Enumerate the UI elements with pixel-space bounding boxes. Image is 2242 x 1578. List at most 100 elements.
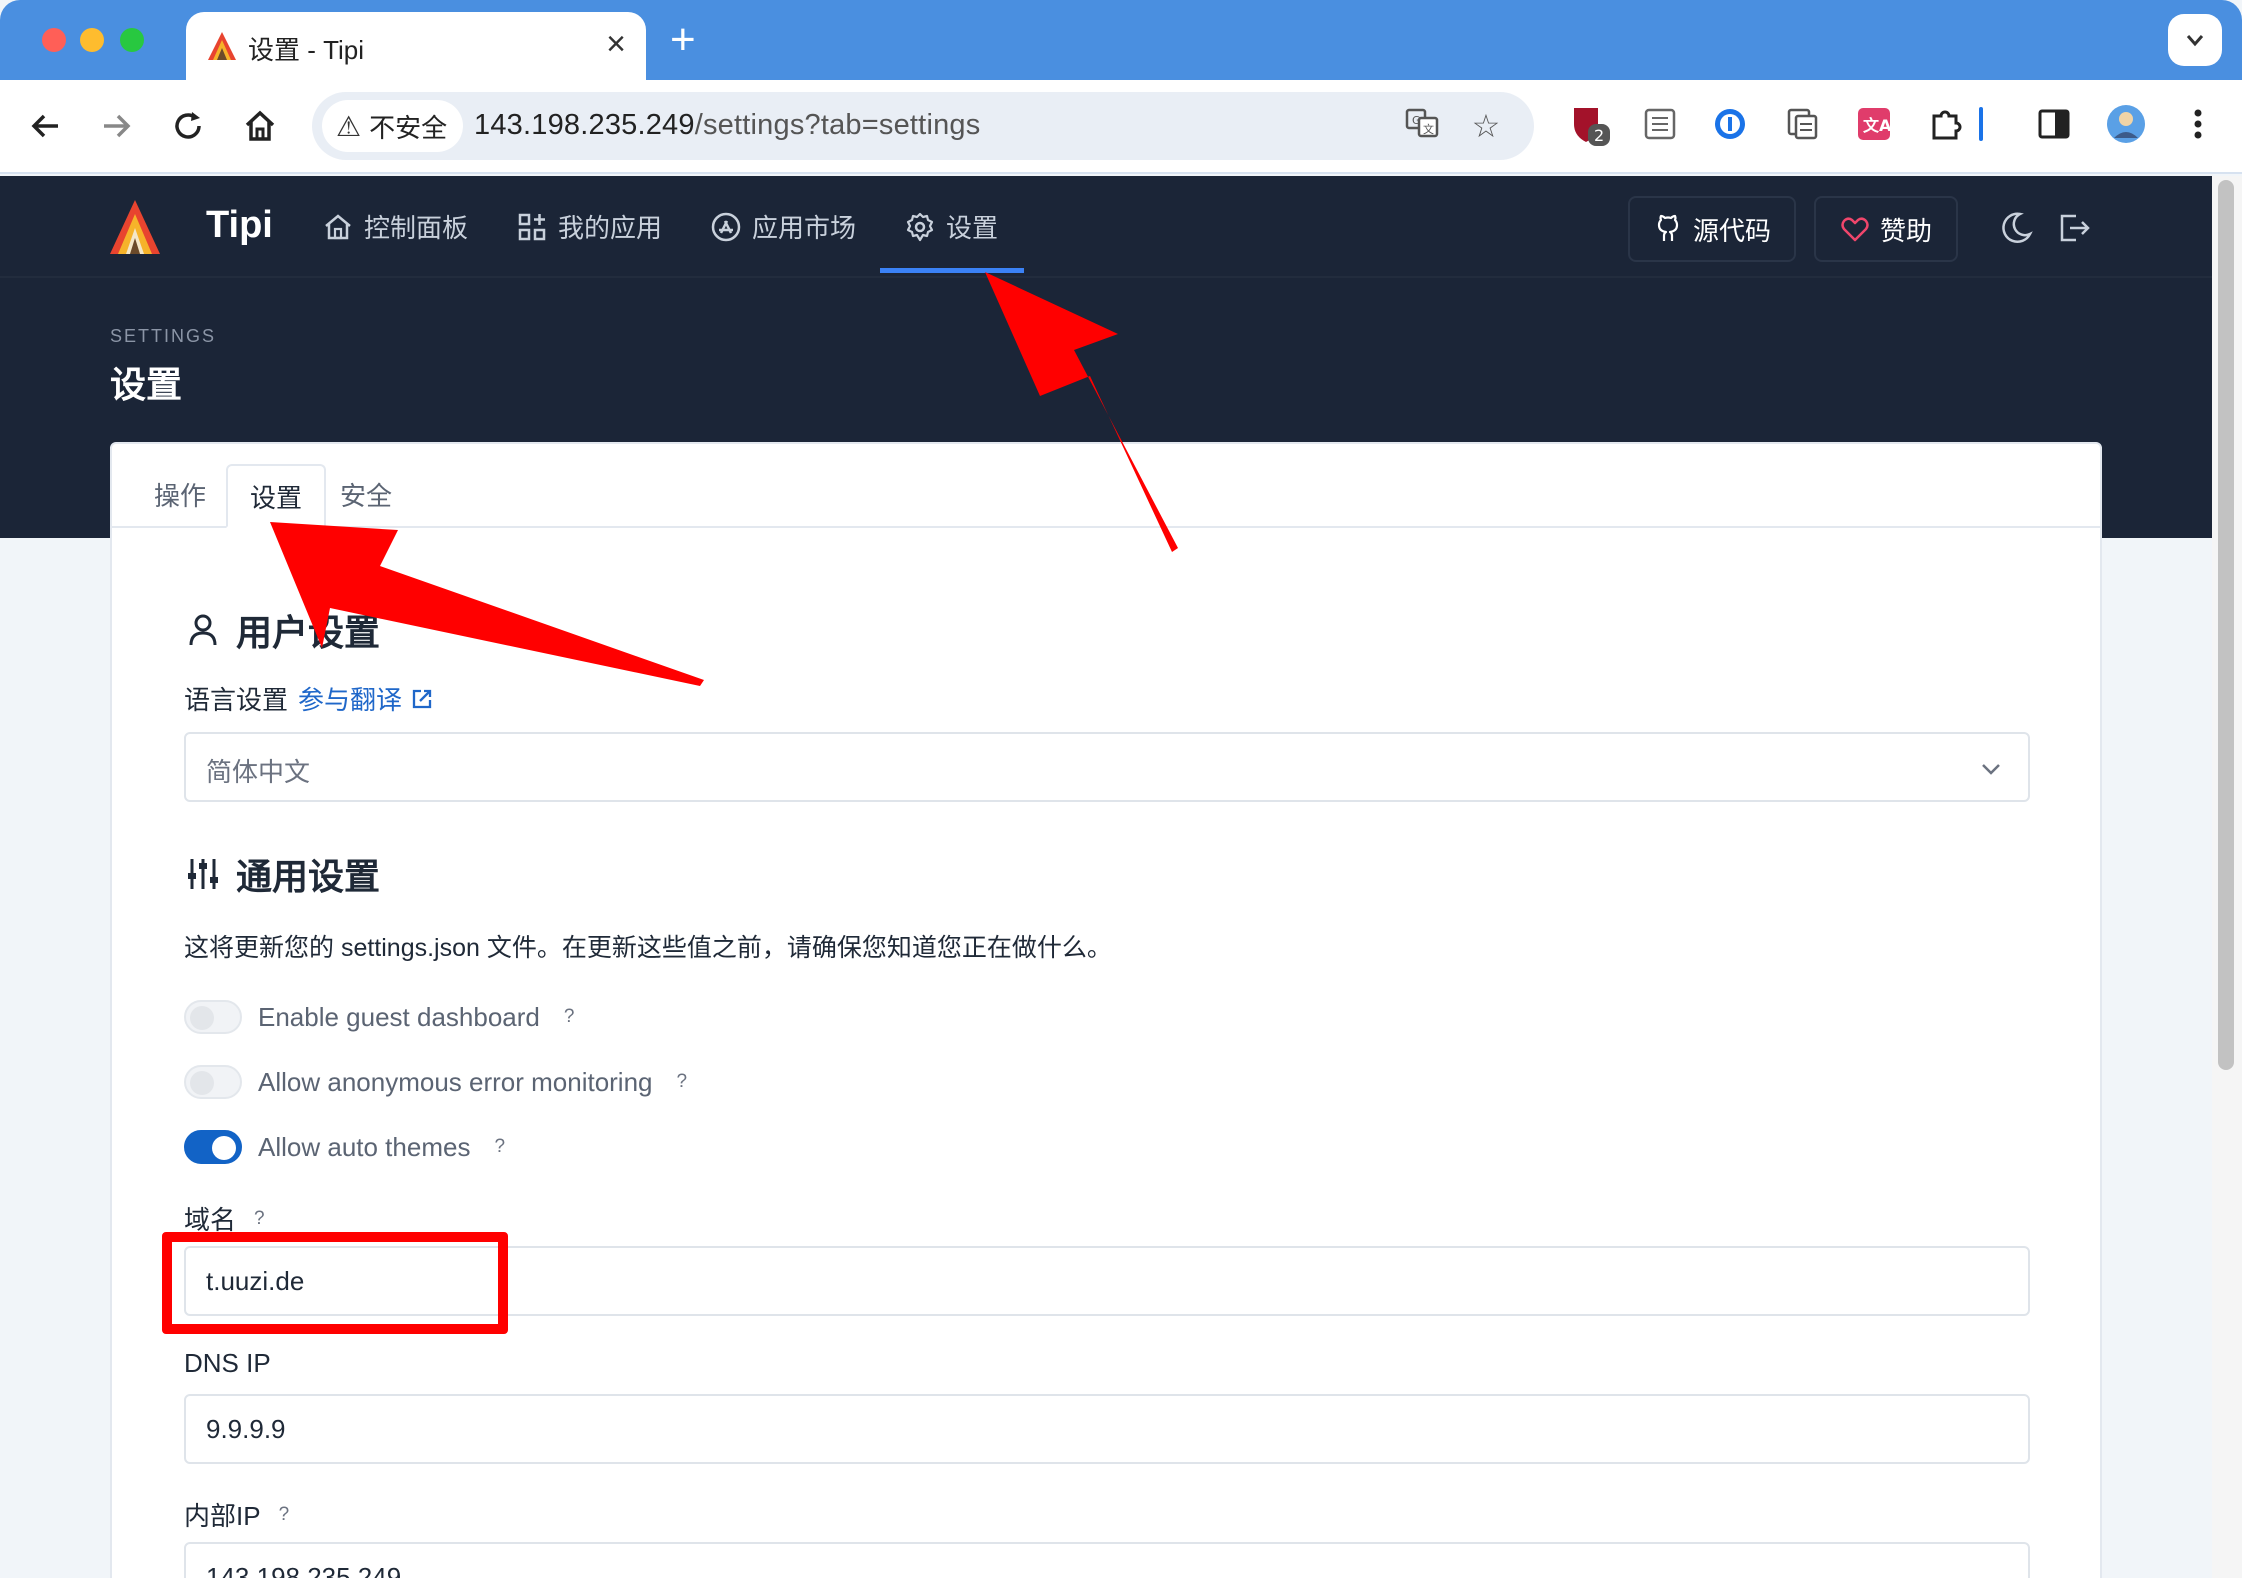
tab-security[interactable]: 安全 <box>318 464 414 528</box>
help-icon[interactable]: ? <box>486 1136 513 1158</box>
tab-actions[interactable]: 操作 <box>132 464 228 528</box>
nav-my-apps-label: 我的应用 <box>558 213 663 243</box>
reload-icon <box>175 112 201 139</box>
nav-settings-label: 设置 <box>946 213 999 243</box>
source-code-label: 源代码 <box>1692 215 1771 246</box>
help-icon[interactable]: ? <box>556 1006 583 1028</box>
nav-app-store[interactable]: 应用市场 <box>710 208 856 245</box>
user-settings-title-text: 用户设置 <box>236 612 381 653</box>
nav-app-store-label: 应用市场 <box>752 213 857 243</box>
dns-input[interactable]: 9.9.9.9 <box>184 1394 2030 1464</box>
app-store-icon <box>711 212 741 241</box>
language-label: 语言设置 <box>184 685 289 715</box>
back-button[interactable] <box>20 100 72 152</box>
source-code-button[interactable]: 源代码 <box>1628 196 1796 262</box>
nav-active-indicator <box>880 268 1024 273</box>
home-icon <box>325 213 351 239</box>
extensions-puzzle-icon[interactable] <box>1924 102 1968 146</box>
address-bar[interactable]: ⚠ 不安全 143.198.235.249/settings?tab=setti… <box>312 92 1534 160</box>
reader-extension-icon[interactable] <box>1638 102 1682 146</box>
url-text[interactable]: 143.198.235.249/settings?tab=settings <box>474 109 980 142</box>
auto-themes-switch[interactable] <box>184 1130 242 1164</box>
dns-field-label: DNS IP <box>184 1348 271 1379</box>
bookmark-star-icon[interactable]: ☆ <box>1466 106 1506 146</box>
back-arrow-icon <box>31 114 58 138</box>
window-zoom-button[interactable] <box>120 28 144 52</box>
profile-avatar[interactable] <box>2104 102 2148 146</box>
nav-my-apps[interactable]: 我的应用 <box>516 208 662 245</box>
language-extension-icon[interactable]: 文A <box>1852 102 1896 146</box>
toolbar-divider <box>1978 102 1984 146</box>
translate-link[interactable]: 参与翻译 <box>298 680 434 717</box>
toggle-error-monitoring[interactable]: Allow anonymous error monitoring ? <box>184 1065 695 1099</box>
ublock-extension-icon[interactable]: 2 <box>1568 102 1612 146</box>
copy-extension-icon[interactable] <box>1780 102 1824 146</box>
window-close-button[interactable] <box>42 28 66 52</box>
moon-icon[interactable] <box>1996 208 2036 248</box>
heart-icon <box>1841 217 1869 242</box>
dns-input-value: 9.9.9.9 <box>206 1414 286 1444</box>
tipi-favicon-icon <box>208 32 236 60</box>
user-icon <box>189 614 217 646</box>
home-icon <box>245 110 275 141</box>
page-pretitle: SETTINGS <box>110 326 217 346</box>
svg-text:G: G <box>1412 114 1421 127</box>
help-icon[interactable]: ? <box>271 1504 298 1526</box>
sponsor-label: 赞助 <box>1879 215 1932 246</box>
dns-label: DNS IP <box>184 1348 271 1378</box>
password-manager-icon[interactable] <box>1708 102 1752 146</box>
page-scrollbar-thumb[interactable] <box>2218 180 2234 1070</box>
sponsor-button[interactable]: 赞助 <box>1814 196 1958 262</box>
nav-settings[interactable]: 设置 <box>904 208 998 245</box>
header-divider <box>0 276 2212 278</box>
tab-search-button[interactable] <box>2168 14 2222 66</box>
svg-text:文A: 文A <box>1863 116 1892 135</box>
internal-ip-input-value: 143.198.235.249 <box>206 1562 402 1578</box>
error-monitoring-label: Allow anonymous error monitoring <box>258 1066 653 1097</box>
url-host: 143.198.235.249 <box>474 109 695 141</box>
help-icon[interactable]: ? <box>246 1208 273 1230</box>
browser-toolbar: ⚠ 不安全 143.198.235.249/settings?tab=setti… <box>0 80 2242 174</box>
annotation-highlight-box <box>162 1232 508 1334</box>
home-button[interactable] <box>234 100 286 152</box>
apps-icon <box>518 213 546 240</box>
gear-icon <box>906 212 934 241</box>
toggle-guest-dashboard[interactable]: Enable guest dashboard ? <box>184 1000 582 1034</box>
guest-dashboard-label: Enable guest dashboard <box>258 1001 540 1032</box>
translate-link-text: 参与翻译 <box>298 685 403 715</box>
new-tab-button[interactable]: + <box>670 16 696 64</box>
warning-icon: ⚠ <box>336 110 362 142</box>
window-minimize-button[interactable] <box>80 28 104 52</box>
browser-tab[interactable]: 设置 - Tipi × <box>186 12 646 80</box>
tab-settings[interactable]: 设置 <box>226 464 327 528</box>
svg-text:文: 文 <box>1423 122 1434 136</box>
translate-page-icon[interactable]: G文 <box>1402 106 1442 146</box>
guest-dashboard-switch[interactable] <box>184 1000 242 1034</box>
error-monitoring-switch[interactable] <box>184 1065 242 1099</box>
nav-dashboard[interactable]: 控制面板 <box>322 208 468 245</box>
internal-ip-label: 内部IP <box>184 1501 261 1531</box>
tipi-logo[interactable] <box>110 200 160 254</box>
security-label: 不安全 <box>369 112 448 143</box>
browser-titlebar: 设置 - Tipi × + <box>0 0 2242 80</box>
toggle-auto-themes[interactable]: Allow auto themes ? <box>184 1130 513 1164</box>
help-icon[interactable]: ? <box>669 1071 696 1093</box>
brand-name[interactable]: Tipi <box>206 204 273 247</box>
browser-menu-icon[interactable] <box>2176 102 2220 146</box>
url-path: /settings?tab=settings <box>694 109 981 141</box>
settings-card: 操作 设置 安全 用户设置 语言设置 参与翻译 简体中文 通用设置 这将更新您的… <box>110 442 2102 1578</box>
settings-tabs: 操作 设置 安全 <box>112 444 2100 528</box>
side-panel-icon[interactable] <box>2032 102 2076 146</box>
security-chip[interactable]: ⚠ 不安全 <box>322 100 464 152</box>
language-select[interactable]: 简体中文 <box>184 732 2030 802</box>
tab-close-icon[interactable]: × <box>606 24 626 64</box>
settings-description: 这将更新您的 settings.json 文件。在更新这些值之前，请确保您知道您… <box>184 934 1112 962</box>
page-title: 设置 <box>110 364 183 405</box>
forward-button[interactable] <box>90 100 142 152</box>
forward-arrow-icon <box>104 114 131 138</box>
internal-ip-field-label: 内部IP ? <box>184 1496 297 1533</box>
tab-title: 设置 - Tipi <box>248 35 365 65</box>
reload-button[interactable] <box>162 100 214 152</box>
logout-icon[interactable] <box>2054 208 2094 248</box>
internal-ip-input[interactable]: 143.198.235.249 <box>184 1542 2030 1578</box>
